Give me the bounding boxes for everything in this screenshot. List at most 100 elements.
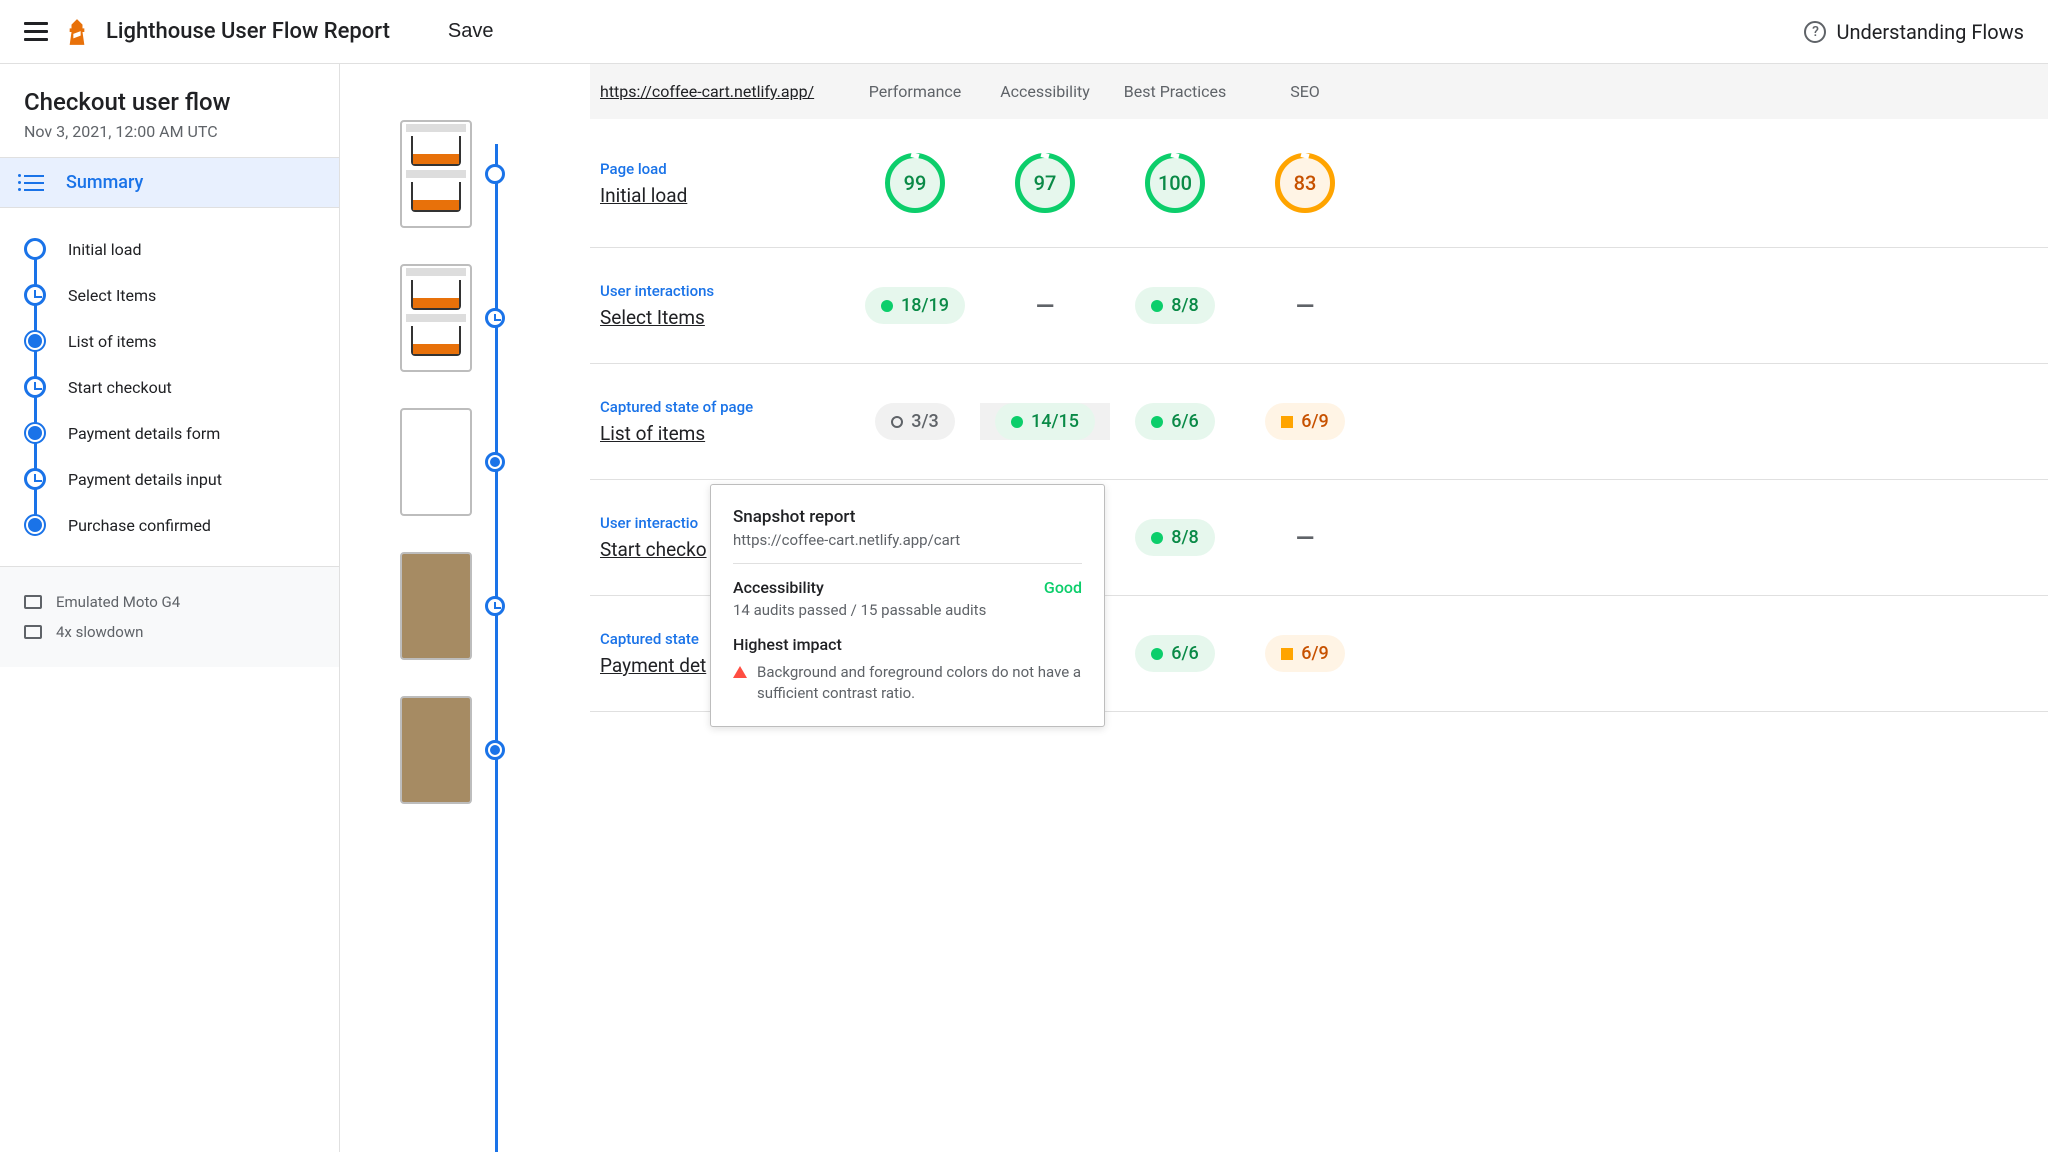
score-cell[interactable]: 97	[980, 153, 1110, 213]
gauge-score: 83	[1275, 153, 1335, 213]
circle-marker-icon	[485, 164, 505, 184]
circle-marker-icon	[24, 238, 46, 260]
score-cell[interactable]: 14/15	[980, 403, 1110, 440]
step-type: Page load	[600, 160, 850, 178]
dash-icon: —	[1296, 292, 1314, 320]
fraction-badge: 8/8	[1135, 519, 1214, 556]
app-title: Lighthouse User Flow Report	[106, 19, 390, 44]
score-cell[interactable]: 99	[850, 153, 980, 213]
throttle-label: 4x slowdown	[56, 623, 143, 641]
timeline-thumb	[400, 264, 472, 372]
timeline-node[interactable]	[370, 120, 560, 228]
score-cell[interactable]: 8/8	[1110, 519, 1240, 556]
timeline-node[interactable]	[370, 408, 560, 516]
sidebar: Checkout user flow Nov 3, 2021, 12:00 AM…	[0, 64, 340, 1152]
environment-meta: Emulated Moto G4 4x slowdown	[0, 567, 339, 667]
nav-item[interactable]: Start checkout	[0, 364, 339, 410]
flow-title: Checkout user flow	[24, 88, 315, 116]
score-cell[interactable]: 3/3	[850, 403, 980, 440]
timeline	[340, 64, 590, 1152]
summary-label: Summary	[66, 172, 143, 193]
nav-item[interactable]: List of items	[0, 318, 339, 364]
device-icon	[24, 595, 42, 609]
tooltip-detail: 14 audits passed / 15 passable audits	[733, 601, 1082, 619]
table-row: Page load Initial load 99 97 100 83	[590, 119, 2048, 248]
nav-item[interactable]: Select Items	[0, 272, 339, 318]
score-cell[interactable]: 18/19	[850, 287, 980, 324]
fraction-badge: 6/9	[1265, 635, 1344, 672]
nav-item[interactable]: Purchase confirmed	[0, 502, 339, 548]
menu-icon[interactable]	[24, 20, 48, 44]
cat-best-practices: Best Practices	[1110, 82, 1240, 101]
tooltip-impact-text: Background and foreground colors do not …	[757, 662, 1082, 704]
clock-marker-icon	[24, 284, 46, 306]
score-cell[interactable]: 100	[1110, 153, 1240, 213]
tooltip-url: https://coffee-cart.netlify.app/cart	[733, 531, 1082, 564]
aperture-marker-icon	[24, 330, 46, 352]
score-cell[interactable]: 8/8	[1110, 287, 1240, 324]
cat-seo: SEO	[1240, 82, 1370, 101]
summary-nav-item[interactable]: Summary	[0, 157, 339, 208]
timeline-thumb	[400, 552, 472, 660]
nav-label: Purchase confirmed	[68, 516, 211, 535]
score-cell[interactable]: 6/9	[1240, 403, 1370, 440]
fraction-badge: 3/3	[875, 403, 954, 440]
nav-label: Payment details form	[68, 424, 220, 443]
step-type: User interactions	[600, 282, 850, 300]
cat-performance: Performance	[850, 82, 980, 101]
fraction-badge: 8/8	[1135, 287, 1214, 324]
score-cell[interactable]: —	[1240, 292, 1370, 320]
table-row: Captured state of page List of items 3/3…	[590, 364, 2048, 480]
nav-item[interactable]: Initial load	[0, 226, 339, 272]
fraction-badge: 6/9	[1265, 403, 1344, 440]
table-header: https://coffee-cart.netlify.app/ Perform…	[590, 64, 2048, 119]
clock-marker-icon	[485, 308, 505, 328]
score-cell[interactable]: —	[1240, 524, 1370, 552]
score-cell[interactable]: 6/9	[1240, 635, 1370, 672]
step-name[interactable]: Select Items	[600, 306, 850, 329]
score-cell[interactable]: 6/6	[1110, 403, 1240, 440]
gauge-score: 100	[1145, 153, 1205, 213]
fraction-badge: 6/6	[1135, 403, 1214, 440]
step-name[interactable]: Initial load	[600, 184, 850, 207]
aperture-marker-icon	[485, 740, 505, 760]
flow-date: Nov 3, 2021, 12:00 AM UTC	[24, 122, 315, 141]
device-label: Emulated Moto G4	[56, 593, 180, 611]
step-name[interactable]: List of items	[600, 422, 850, 445]
aperture-marker-icon	[24, 422, 46, 444]
timeline-thumb	[400, 696, 472, 804]
fraction-badge: 18/19	[865, 287, 965, 324]
timeline-thumb	[400, 120, 472, 228]
save-button[interactable]: Save	[448, 20, 494, 43]
list-icon	[24, 175, 44, 191]
tooltip-status: Good	[1044, 578, 1082, 597]
nav-label: List of items	[68, 332, 157, 351]
clock-marker-icon	[24, 468, 46, 490]
score-cell[interactable]: —	[980, 292, 1110, 320]
timeline-node[interactable]	[370, 696, 560, 804]
flow-nav: Initial load Select Items List of items …	[0, 208, 339, 567]
nav-item[interactable]: Payment details form	[0, 410, 339, 456]
cat-accessibility: Accessibility	[980, 82, 1110, 101]
fraction-badge: 14/15	[995, 403, 1095, 440]
flow-url[interactable]: https://coffee-cart.netlify.app/	[590, 82, 850, 101]
snapshot-tooltip: Snapshot report https://coffee-cart.netl…	[710, 484, 1105, 727]
dash-icon: —	[1036, 292, 1054, 320]
aperture-marker-icon	[24, 514, 46, 536]
warning-triangle-icon	[733, 666, 747, 678]
score-cell[interactable]: 6/6	[1110, 635, 1240, 672]
tooltip-title: Snapshot report	[733, 507, 1082, 527]
timeline-node[interactable]	[370, 552, 560, 660]
aperture-marker-icon	[485, 452, 505, 472]
help-link[interactable]: ? Understanding Flows	[1804, 20, 2024, 44]
lighthouse-logo-icon	[66, 19, 88, 45]
nav-item[interactable]: Payment details input	[0, 456, 339, 502]
timeline-node[interactable]	[370, 264, 560, 372]
gauge-score: 99	[885, 153, 945, 213]
nav-label: Initial load	[68, 240, 142, 259]
help-label: Understanding Flows	[1836, 20, 2024, 44]
step-type: Captured state of page	[600, 398, 850, 416]
clock-marker-icon	[485, 596, 505, 616]
table-row: User interactions Select Items 18/19 — 8/8…	[590, 248, 2048, 364]
score-cell[interactable]: 83	[1240, 153, 1370, 213]
